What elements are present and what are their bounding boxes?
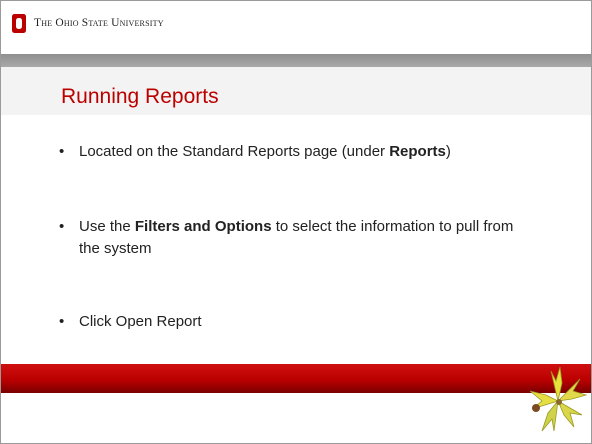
block-o-logo-icon xyxy=(12,14,26,33)
bullet-item: • Click Open Report xyxy=(56,311,536,333)
bullet-bold-run: Filters and Options xyxy=(134,218,272,235)
bullet-text-run: Use the xyxy=(79,218,135,235)
bullet-dot-icon: • xyxy=(59,313,65,330)
bullet-text: Located on the Standard Reports page (un… xyxy=(79,143,451,160)
bullet-list: • Located on the Standard Reports page (… xyxy=(56,141,536,333)
slide: The Ohio State University Running Report… xyxy=(0,0,592,444)
header-gray-bar xyxy=(1,54,591,67)
bullet-item: • Located on the Standard Reports page (… xyxy=(56,141,536,163)
buckeye-leaf-icon xyxy=(529,366,587,432)
bullet-dot-icon: • xyxy=(59,218,65,235)
bullet-text-run: Click Open Report xyxy=(79,313,202,330)
university-wordmark: The Ohio State University xyxy=(34,17,164,29)
bullet-item: • Use the Filters and Options to select … xyxy=(56,216,536,260)
bullet-bold-run: Reports xyxy=(389,143,446,160)
bullet-text: Use the Filters and Options to select th… xyxy=(79,218,513,257)
slide-title: Running Reports xyxy=(61,85,219,108)
footer-red-bar xyxy=(1,364,591,393)
bullet-dot-icon: • xyxy=(59,143,65,160)
bullet-text: Click Open Report xyxy=(79,313,202,330)
bullet-text-run: Located on the Standard Reports page (un… xyxy=(79,143,390,160)
bullet-text-run: ) xyxy=(445,143,451,160)
